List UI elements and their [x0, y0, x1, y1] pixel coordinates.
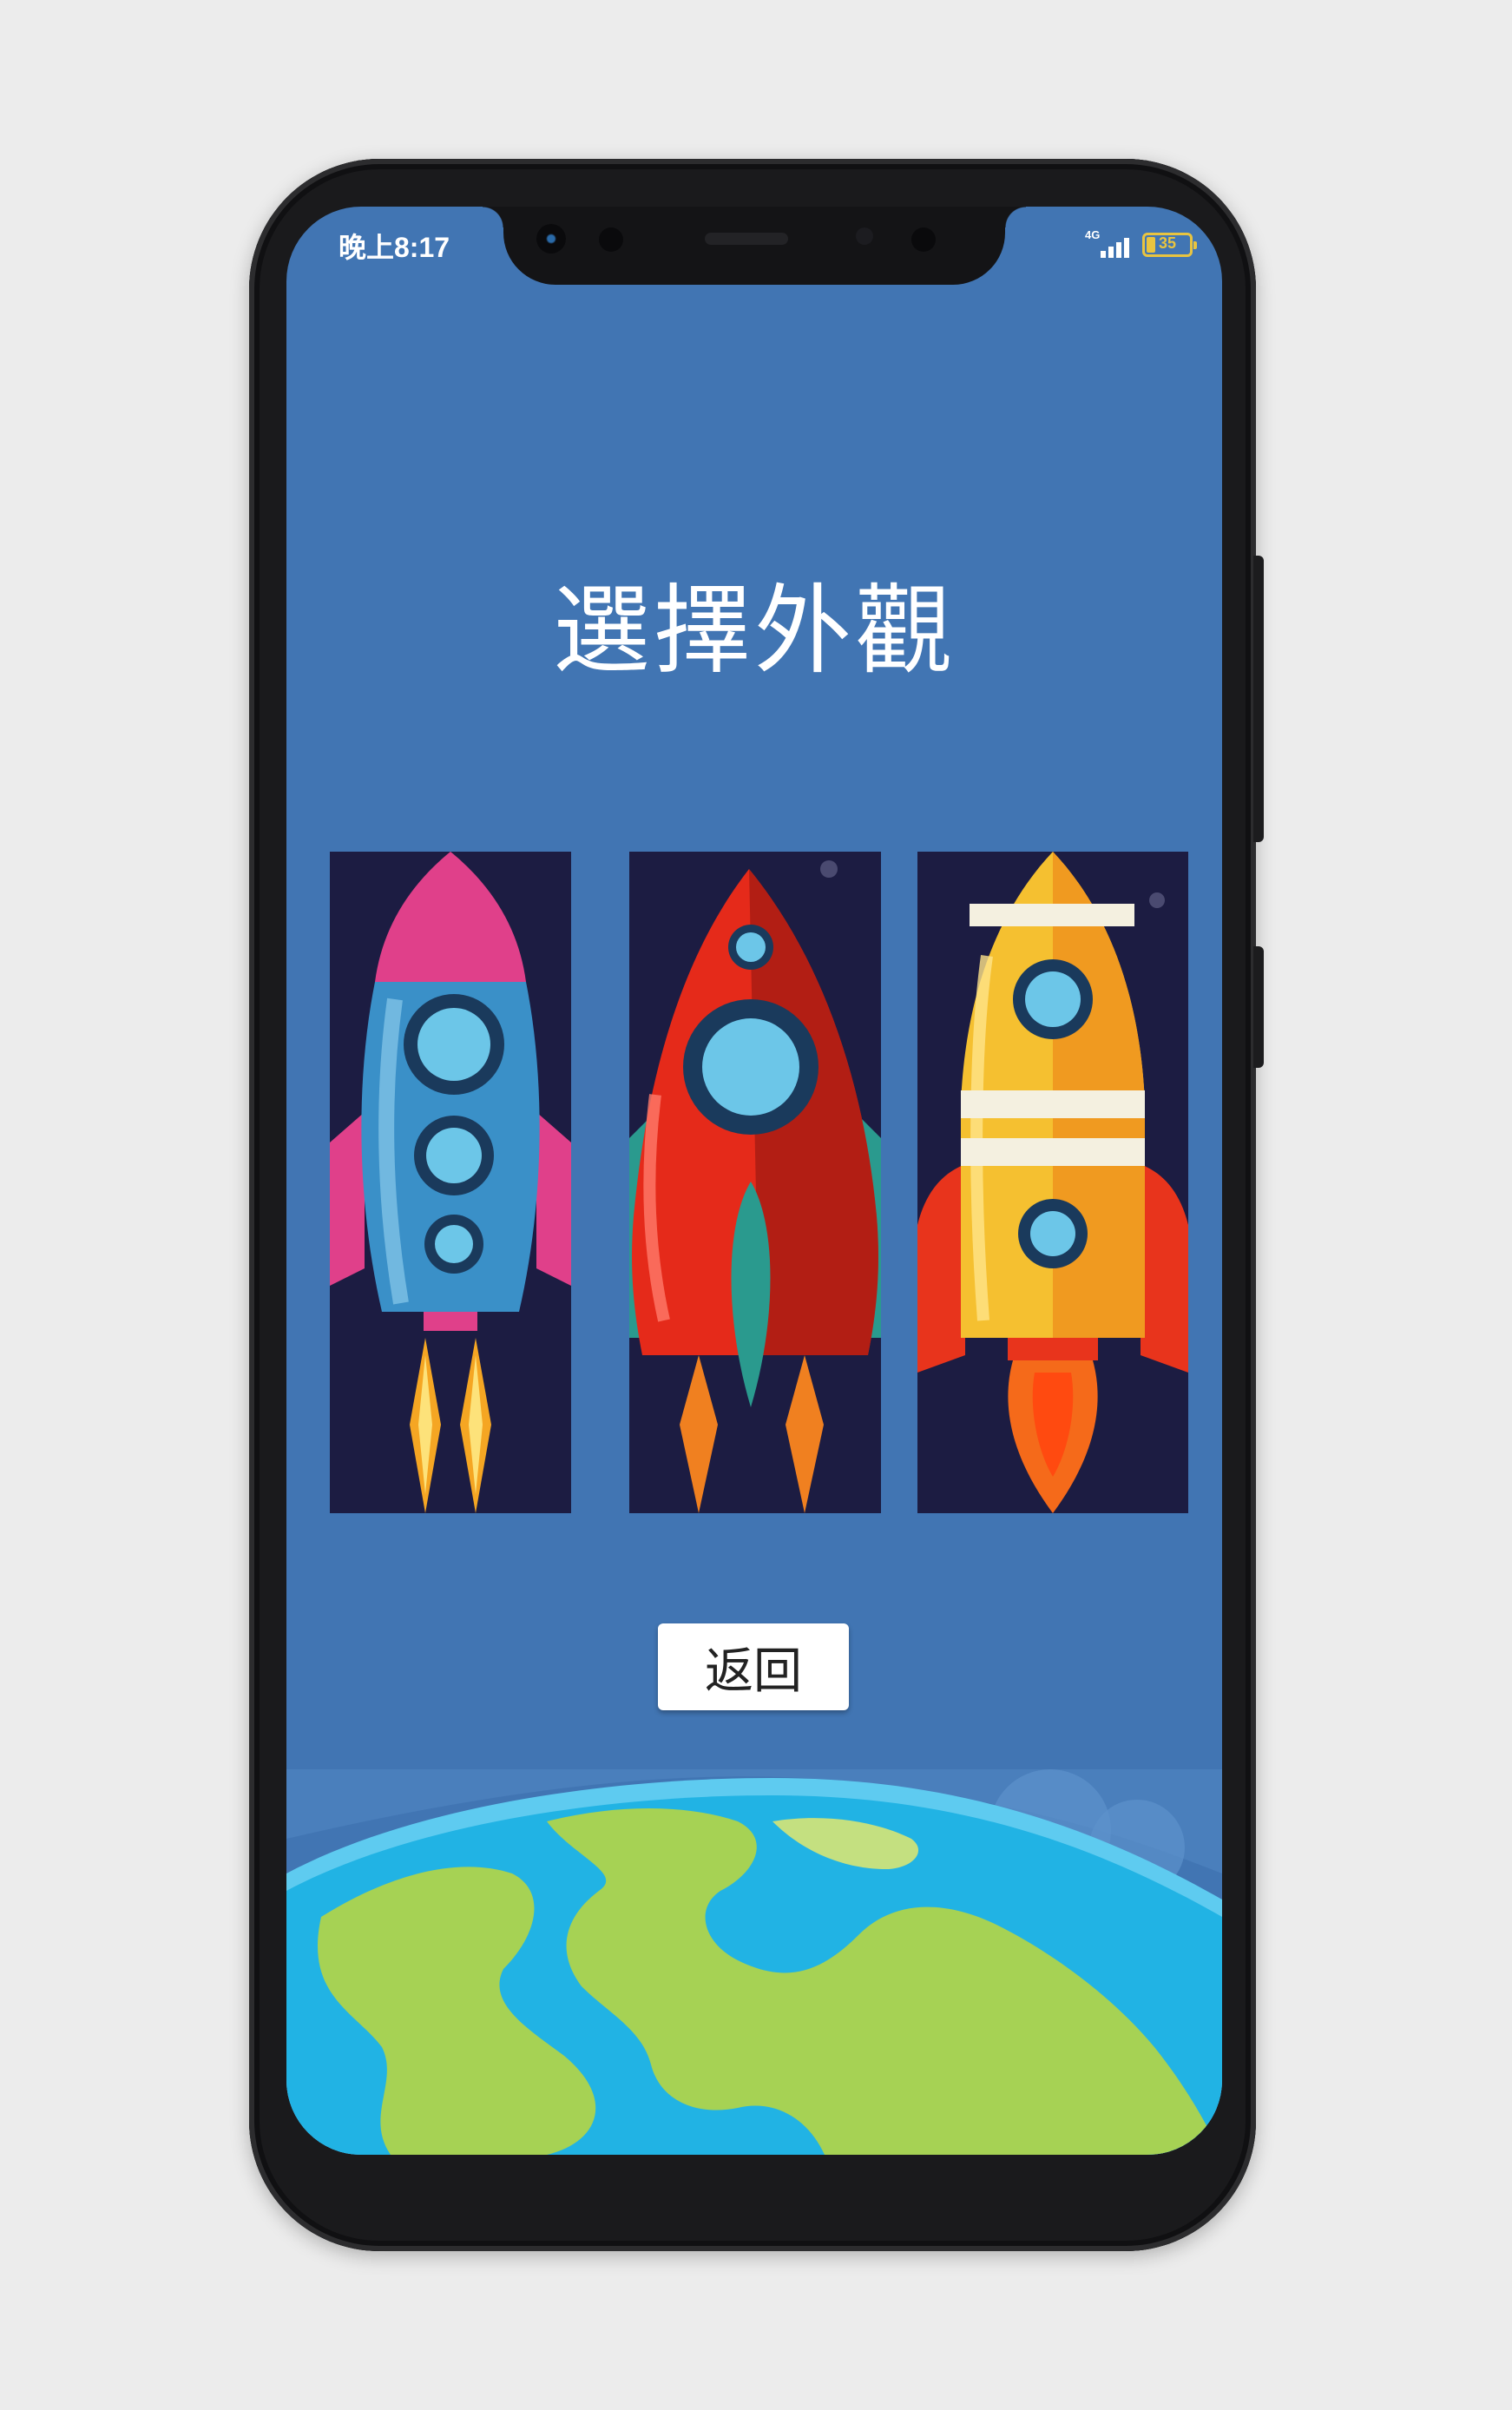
status-time: 晚上8:17 — [339, 232, 450, 263]
skin-option-red-rocket[interactable] — [629, 852, 881, 1513]
sensor-icon — [599, 227, 623, 252]
front-camera-icon — [911, 227, 936, 252]
back-button[interactable]: 返回 — [658, 1623, 849, 1710]
app-screen: 晚上8:17 4G 35 選擇外觀 返回 — [286, 207, 1222, 2155]
yellow-rocket-icon — [917, 852, 1188, 1513]
network-type: 4G — [1085, 228, 1101, 241]
status-icons: 4G 35 — [1085, 227, 1197, 262]
sensor-icon — [856, 227, 873, 245]
power-button — [1253, 946, 1264, 1068]
blue-rocket-icon — [330, 852, 571, 1513]
notch — [483, 207, 1026, 285]
skin-selector — [286, 852, 1222, 1513]
battery-icon: 35 — [1142, 233, 1197, 257]
earpiece-speaker — [705, 233, 788, 245]
signal-icon: 4G — [1085, 228, 1134, 261]
skin-option-blue-rocket[interactable] — [330, 852, 571, 1513]
front-camera-icon — [536, 224, 566, 254]
red-rocket-icon — [629, 852, 881, 1513]
skin-option-yellow-rocket[interactable] — [917, 852, 1188, 1513]
page-title: 選擇外觀 — [553, 575, 956, 688]
volume-button — [1253, 556, 1264, 842]
earth-illustration — [286, 1769, 1222, 2155]
battery-level: 35 — [1158, 234, 1177, 252]
